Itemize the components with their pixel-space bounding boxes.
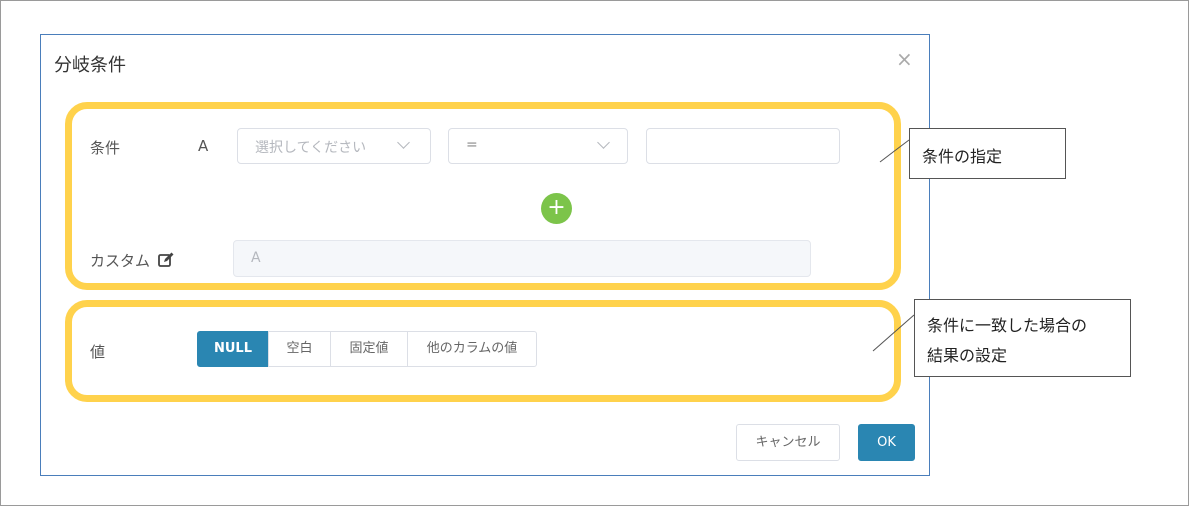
condition-callout: 条件の指定 bbox=[909, 128, 1066, 179]
value-callout-line2: 結果の設定 bbox=[927, 346, 1008, 365]
condition-callout-text: 条件の指定 bbox=[922, 147, 1003, 166]
value-callout: 条件に一致した場合の 結果の設定 bbox=[914, 299, 1131, 377]
value-callout-line1: 条件に一致した場合の bbox=[927, 316, 1088, 335]
callout-leader-lines bbox=[872, 139, 915, 352]
